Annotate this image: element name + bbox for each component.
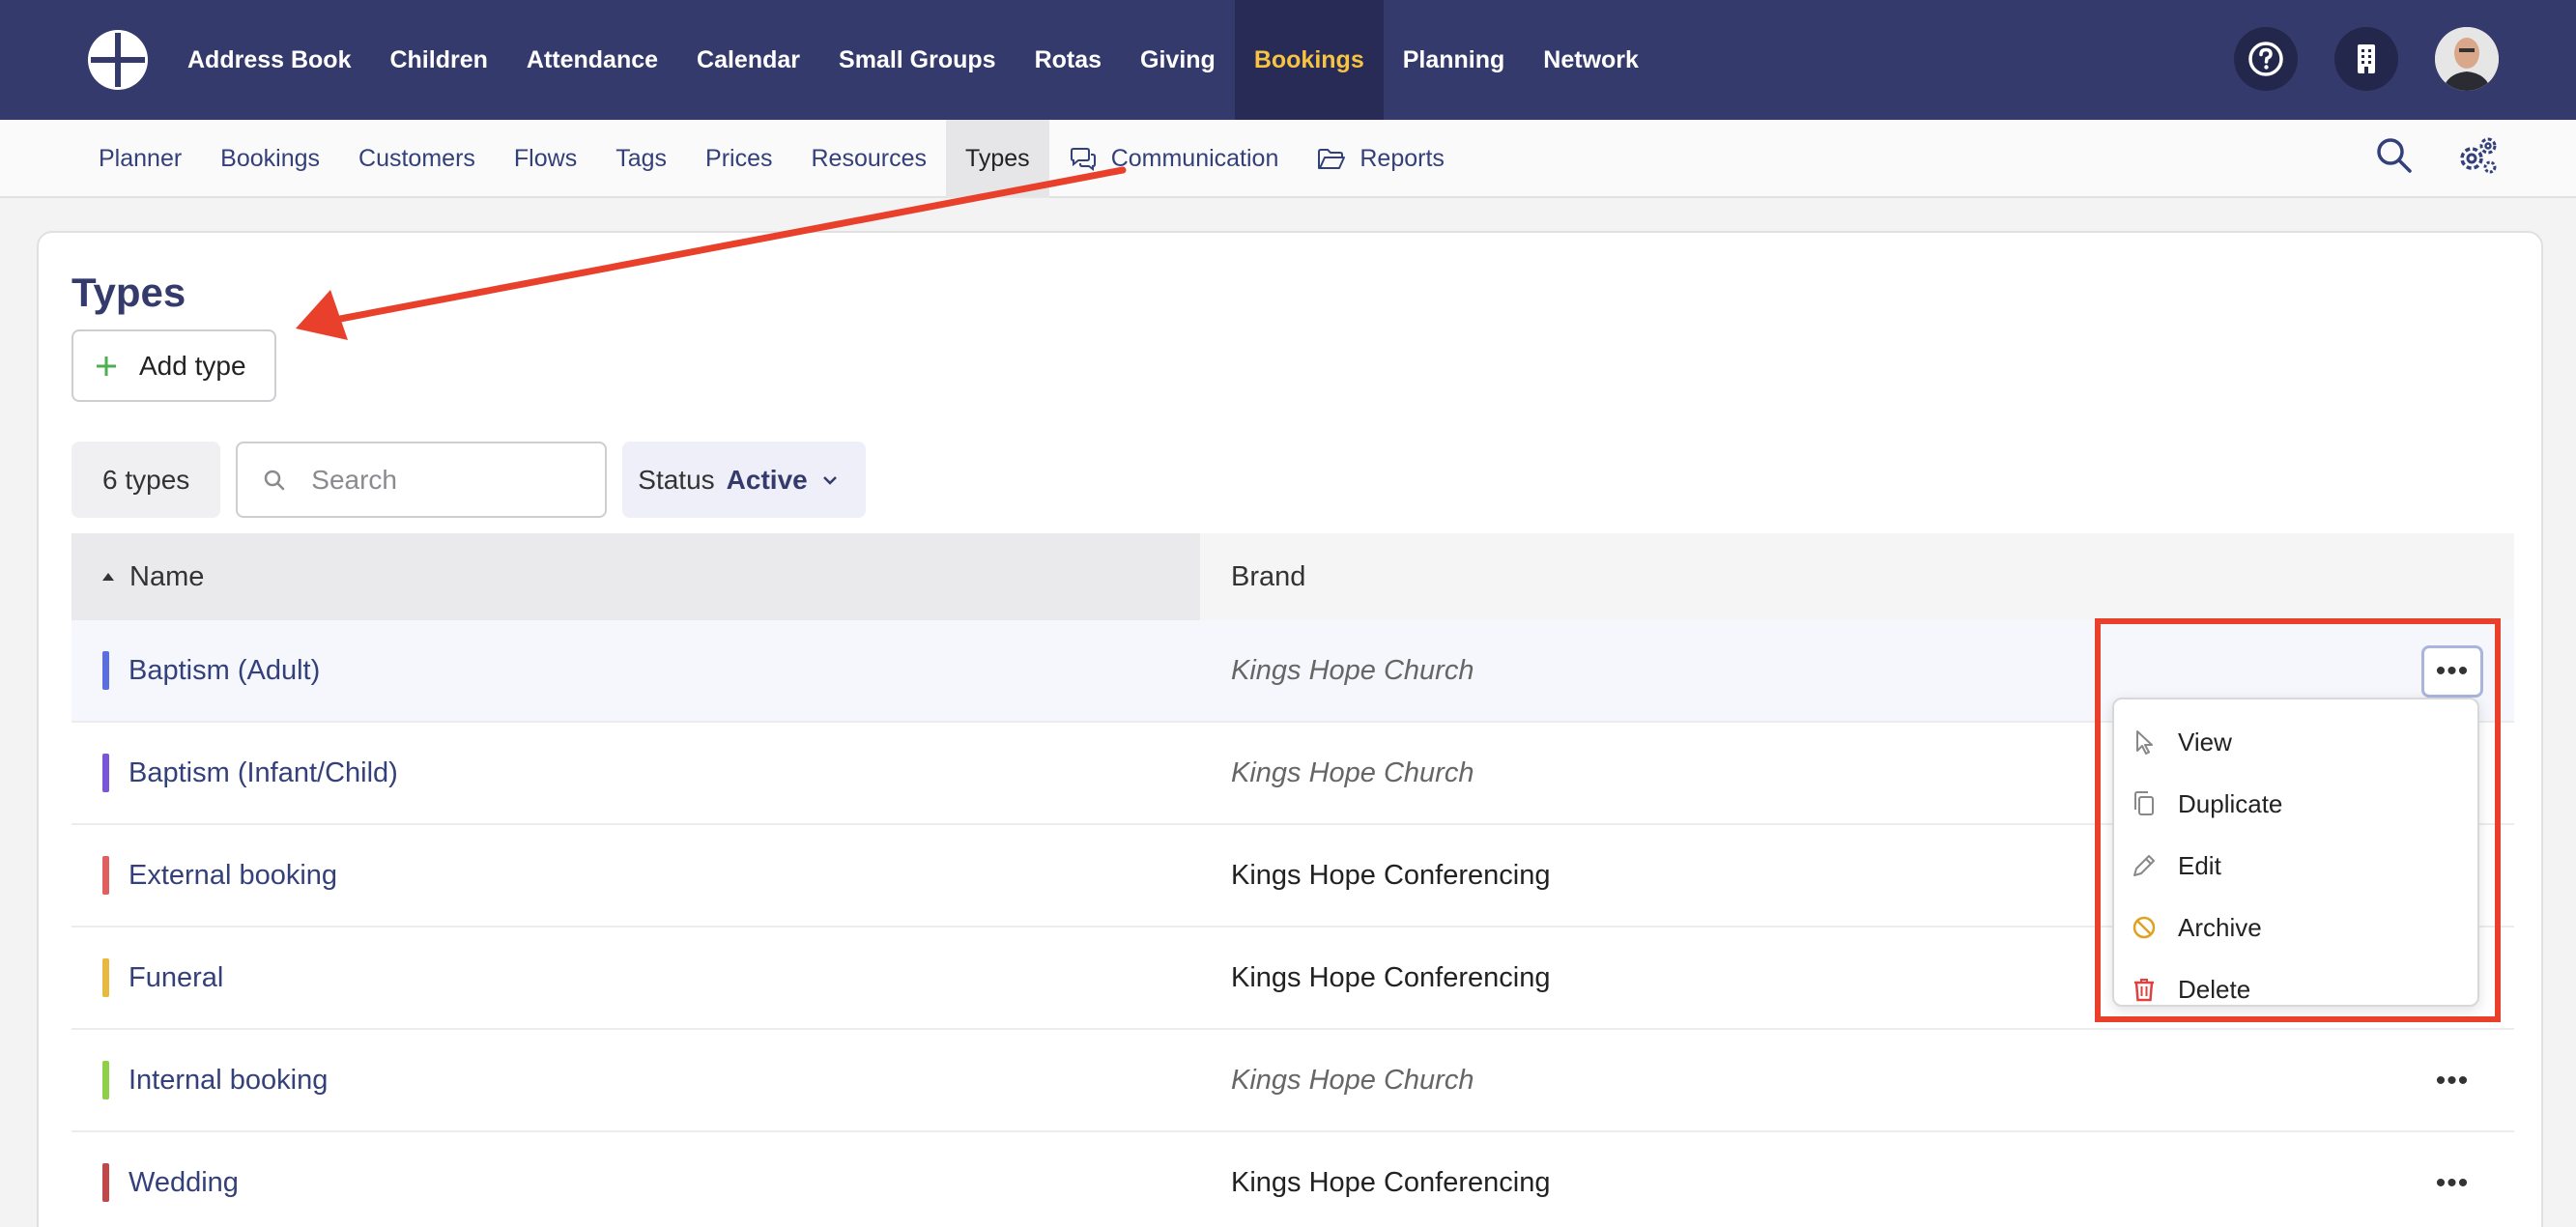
- chat-icon: [1070, 147, 1096, 171]
- type-name-cell: Funeral: [72, 958, 1200, 997]
- bookings-subnav: Planner Bookings Customers Flows Tags Pr…: [79, 120, 1464, 198]
- subnav-communication[interactable]: Communication: [1049, 120, 1299, 198]
- subnav-prices[interactable]: Prices: [686, 120, 791, 198]
- type-name-link[interactable]: Wedding: [129, 1167, 239, 1199]
- type-name-cell: Baptism (Infant/Child): [72, 754, 1200, 792]
- sort-ascending-icon: [102, 573, 114, 581]
- column-header-name-label: Name: [129, 560, 205, 592]
- user-avatar[interactable]: [2435, 27, 2499, 91]
- app-logo-icon[interactable]: [85, 27, 151, 93]
- column-header-brand: Brand: [1231, 560, 1306, 592]
- subnav-communication-label: Communication: [1110, 145, 1279, 172]
- row-actions-button[interactable]: •••: [2421, 1055, 2483, 1107]
- column-header-name[interactable]: Name: [72, 533, 1200, 620]
- subnav-flows[interactable]: Flows: [495, 120, 596, 198]
- more-horizontal-icon: •••: [2435, 1167, 2470, 1199]
- add-type-label: Add type: [139, 350, 246, 381]
- nav-calendar[interactable]: Calendar: [677, 0, 819, 120]
- subnav-customers[interactable]: Customers: [339, 120, 495, 198]
- subnav-planner[interactable]: Planner: [79, 120, 201, 198]
- subnav-resources[interactable]: Resources: [791, 120, 946, 198]
- nav-children[interactable]: Children: [370, 0, 506, 120]
- type-name-cell: External booking: [72, 856, 1200, 895]
- subnav-types[interactable]: Types: [945, 120, 1049, 198]
- top-right-actions: [2234, 27, 2499, 91]
- type-color-bar: [102, 856, 109, 895]
- nav-attendance[interactable]: Attendance: [507, 0, 677, 120]
- status-filter[interactable]: Status Active: [622, 442, 866, 518]
- table-header: Name Brand: [72, 533, 2514, 620]
- filter-bar: 6 types Search Status Active: [72, 442, 866, 518]
- main-nav: Address Book Children Attendance Calenda…: [168, 0, 1658, 120]
- subnav-reports-label: Reports: [1360, 145, 1445, 172]
- table-row[interactable]: Internal booking Kings Hope Church •••: [72, 1030, 2514, 1132]
- type-color-bar: [102, 754, 109, 792]
- folder-open-icon: [1318, 148, 1346, 169]
- user-photo-icon: [2435, 27, 2499, 91]
- type-color-bar: [102, 651, 109, 690]
- nav-address-book[interactable]: Address Book: [168, 0, 370, 120]
- nav-bookings[interactable]: Bookings: [1234, 0, 1384, 120]
- search-placeholder: Search: [311, 464, 397, 495]
- type-color-bar: [102, 1061, 109, 1099]
- subnav-bookings[interactable]: Bookings: [201, 120, 339, 198]
- status-filter-value: Active: [726, 464, 808, 495]
- type-name-cell: Internal booking: [72, 1061, 1200, 1099]
- plus-icon: [97, 356, 116, 376]
- nav-rotas[interactable]: Rotas: [1016, 0, 1121, 120]
- nav-giving[interactable]: Giving: [1121, 0, 1235, 120]
- type-name-cell: Baptism (Adult): [72, 651, 1200, 690]
- type-name-cell: Wedding: [72, 1163, 1200, 1202]
- chevron-down-icon: [822, 475, 837, 485]
- building-icon: [2358, 44, 2375, 73]
- search-input[interactable]: Search: [236, 442, 608, 518]
- type-name-link[interactable]: Internal booking: [129, 1065, 328, 1097]
- help-button[interactable]: [2234, 27, 2298, 91]
- type-name-link[interactable]: External booking: [129, 860, 337, 892]
- row-actions-button[interactable]: •••: [2421, 1157, 2483, 1210]
- brand-cell: Kings Hope Church: [1231, 1064, 1474, 1096]
- organisation-button[interactable]: [2334, 27, 2398, 91]
- page-title: Types: [72, 270, 186, 315]
- type-color-bar: [102, 958, 109, 997]
- more-horizontal-icon: •••: [2435, 1065, 2470, 1097]
- nav-small-groups[interactable]: Small Groups: [819, 0, 1016, 120]
- search-icon[interactable]: [2375, 136, 2414, 175]
- type-color-bar: [102, 1163, 109, 1202]
- help-icon: [2248, 42, 2283, 76]
- status-filter-label: Status: [638, 464, 715, 495]
- nav-network[interactable]: Network: [1524, 0, 1658, 120]
- type-name-link[interactable]: Baptism (Adult): [129, 655, 320, 687]
- subnav-tags[interactable]: Tags: [596, 120, 686, 198]
- table-row[interactable]: Wedding Kings Hope Conferencing •••: [72, 1132, 2514, 1227]
- annotation-highlight-box: [2095, 618, 2501, 1022]
- top-navbar: Address Book Children Attendance Calenda…: [0, 0, 2576, 120]
- types-count: 6 types: [72, 442, 221, 518]
- nav-planning[interactable]: Planning: [1384, 0, 1525, 120]
- type-name-link[interactable]: Funeral: [129, 962, 223, 994]
- search-icon: [265, 470, 285, 490]
- sub-navbar: Planner Bookings Customers Flows Tags Pr…: [0, 120, 2576, 198]
- subnav-reports[interactable]: Reports: [1298, 120, 1464, 198]
- add-type-button[interactable]: Add type: [72, 329, 276, 402]
- subnav-actions: [2375, 135, 2499, 176]
- settings-gears-icon[interactable]: [2456, 135, 2499, 176]
- brand-cell: Kings Hope Conferencing: [1231, 1166, 1551, 1198]
- type-name-link[interactable]: Baptism (Infant/Child): [129, 757, 398, 789]
